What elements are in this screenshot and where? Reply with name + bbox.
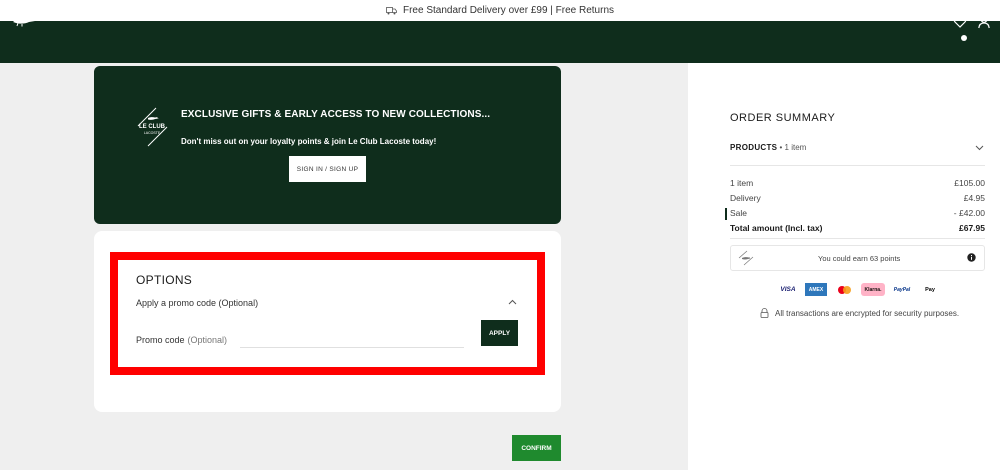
- highlight-box: [110, 252, 545, 375]
- chevron-down-icon[interactable]: [975, 145, 984, 151]
- promo-code-toggle[interactable]: Apply a promo code (Optional): [136, 298, 258, 308]
- products-label: PRODUCTS: [730, 143, 778, 152]
- truck-icon: [386, 6, 397, 14]
- le-club-logo: LE CLUB LACOSTE: [137, 107, 168, 147]
- payment-methods: VISA AMEX Klarna. PayPal Pay: [777, 283, 941, 296]
- products-count: • 1 item: [779, 143, 807, 152]
- divider: [730, 238, 985, 239]
- summary-row-total: Total amount (Incl. tax) £67.95: [730, 223, 985, 233]
- options-title: OPTIONS: [136, 273, 193, 287]
- security-note: All transactions are encrypted for secur…: [760, 308, 959, 318]
- delivery-banner: Free Standard Delivery over £99 | Free R…: [0, 0, 1000, 21]
- klarna-icon: Klarna.: [861, 283, 885, 296]
- delivery-banner-text: Free Standard Delivery over £99 | Free R…: [402, 5, 615, 16]
- products-toggle[interactable]: PRODUCTS • 1 item: [730, 143, 806, 152]
- wishlist-badge: [961, 35, 967, 41]
- lock-icon: [760, 308, 769, 318]
- user-icon[interactable]: [977, 15, 991, 29]
- points-message: You could earn 63 points: [818, 254, 901, 263]
- summary-row-items: 1 item £105.00: [730, 178, 985, 188]
- summary-row-value: £105.00: [954, 178, 985, 188]
- security-note-text: All transactions are encrypted for secur…: [775, 308, 960, 318]
- promo-code-label-text: Promo code: [136, 335, 185, 345]
- chevron-up-icon[interactable]: [508, 299, 517, 305]
- mastercard-icon: [833, 283, 855, 296]
- sign-in-sign-up-button[interactable]: SIGN IN / SIGN UP: [289, 156, 366, 182]
- apple-pay-icon: Pay: [925, 286, 935, 293]
- le-club-small-logo: [738, 250, 754, 266]
- heart-icon[interactable]: [953, 15, 967, 29]
- order-summary-title: ORDER SUMMARY: [730, 112, 836, 124]
- le-club-title: EXCLUSIVE GIFTS & EARLY ACCESS TO NEW CO…: [181, 109, 491, 120]
- summary-row-delivery: Delivery £4.95: [730, 193, 985, 203]
- visa-icon: VISA: [780, 286, 796, 293]
- promo-code-optional: (Optional): [187, 335, 228, 345]
- info-icon[interactable]: [967, 253, 976, 262]
- summary-row-value: - £42.00: [953, 208, 985, 218]
- amex-icon: AMEX: [805, 283, 827, 296]
- promo-code-label: Promo code (Optional): [136, 335, 227, 345]
- summary-row-sale: Sale - £42.00: [730, 208, 985, 218]
- le-club-subtitle: Don't miss out on your loyalty points & …: [181, 137, 437, 146]
- summary-row-label: Delivery: [730, 193, 761, 203]
- divider: [730, 165, 985, 166]
- promo-code-input[interactable]: [240, 333, 464, 348]
- summary-row-value: £67.95: [959, 223, 985, 233]
- site-header: [0, 21, 1000, 63]
- paypal-icon: PayPal: [893, 286, 911, 293]
- summary-row-value: £4.95: [963, 193, 985, 203]
- summary-row-label: Total amount (Incl. tax): [730, 223, 823, 233]
- confirm-button[interactable]: CONFIRM: [512, 435, 561, 461]
- le-club-logo-line2: LACOSTE: [144, 131, 161, 135]
- summary-row-label: Sale: [730, 208, 748, 218]
- sale-indicator: [725, 208, 727, 220]
- summary-row-label: 1 item: [730, 178, 754, 188]
- apply-button[interactable]: APPLY: [481, 320, 518, 346]
- le-club-logo-line1: LE CLUB: [139, 124, 166, 130]
- crocodile-logo-icon[interactable]: [12, 15, 36, 27]
